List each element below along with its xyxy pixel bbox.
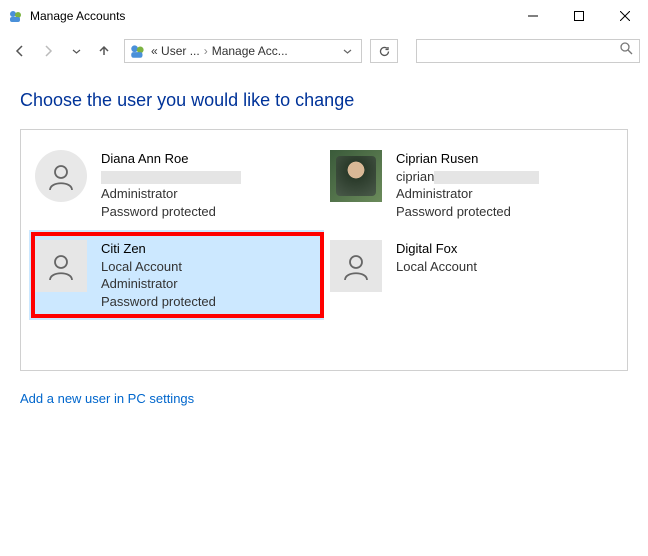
address-bar[interactable]: « User ... › Manage Acc...	[124, 39, 362, 63]
account-type: Local Account	[396, 258, 477, 276]
account-name: Digital Fox	[396, 240, 477, 258]
up-button[interactable]	[92, 39, 116, 63]
search-box[interactable]	[416, 39, 640, 63]
address-icon	[129, 42, 147, 60]
search-input[interactable]	[423, 44, 620, 58]
page-heading: Choose the user you would like to change	[20, 90, 628, 111]
redacted-email	[434, 171, 539, 184]
account-protection: Password protected	[101, 203, 241, 221]
account-role: Administrator	[101, 185, 241, 203]
avatar	[330, 150, 382, 202]
minimize-button[interactable]	[510, 0, 556, 32]
account-item[interactable]: Ciprian Rusen ciprian Administrator Pass…	[324, 140, 619, 230]
account-protection: Password protected	[101, 293, 216, 311]
app-icon	[8, 8, 24, 24]
recent-dropdown[interactable]	[64, 39, 88, 63]
account-item[interactable]: Diana Ann Roe Administrator Password pro…	[29, 140, 324, 230]
add-user-link[interactable]: Add a new user in PC settings	[20, 391, 194, 406]
forward-button[interactable]	[36, 39, 60, 63]
chevron-right-icon: ›	[204, 44, 208, 58]
search-icon	[620, 42, 633, 60]
avatar	[35, 150, 87, 202]
account-role: Administrator	[396, 185, 539, 203]
avatar	[330, 240, 382, 292]
account-name: Diana Ann Roe	[101, 150, 241, 168]
address-dropdown[interactable]	[337, 47, 357, 56]
account-item-selected[interactable]: Citi Zen Local Account Administrator Pas…	[29, 230, 324, 320]
close-button[interactable]	[602, 0, 648, 32]
back-button[interactable]	[8, 39, 32, 63]
account-protection: Password protected	[396, 203, 539, 221]
account-item[interactable]: Digital Fox Local Account	[324, 230, 619, 320]
redacted-email	[101, 171, 241, 184]
titlebar: Manage Accounts	[0, 0, 648, 32]
avatar	[35, 240, 87, 292]
refresh-button[interactable]	[370, 39, 398, 63]
breadcrumb[interactable]: « User ... › Manage Acc...	[151, 44, 337, 58]
account-type: Local Account	[101, 258, 216, 276]
content: Choose the user you would like to change…	[0, 70, 648, 408]
toolbar: « User ... › Manage Acc...	[0, 32, 648, 70]
accounts-container: Diana Ann Roe Administrator Password pro…	[20, 129, 628, 371]
maximize-button[interactable]	[556, 0, 602, 32]
window-controls	[510, 0, 648, 32]
account-role: Administrator	[101, 275, 216, 293]
account-name: Ciprian Rusen	[396, 150, 539, 168]
window-title: Manage Accounts	[30, 9, 125, 23]
account-name: Citi Zen	[101, 240, 216, 258]
